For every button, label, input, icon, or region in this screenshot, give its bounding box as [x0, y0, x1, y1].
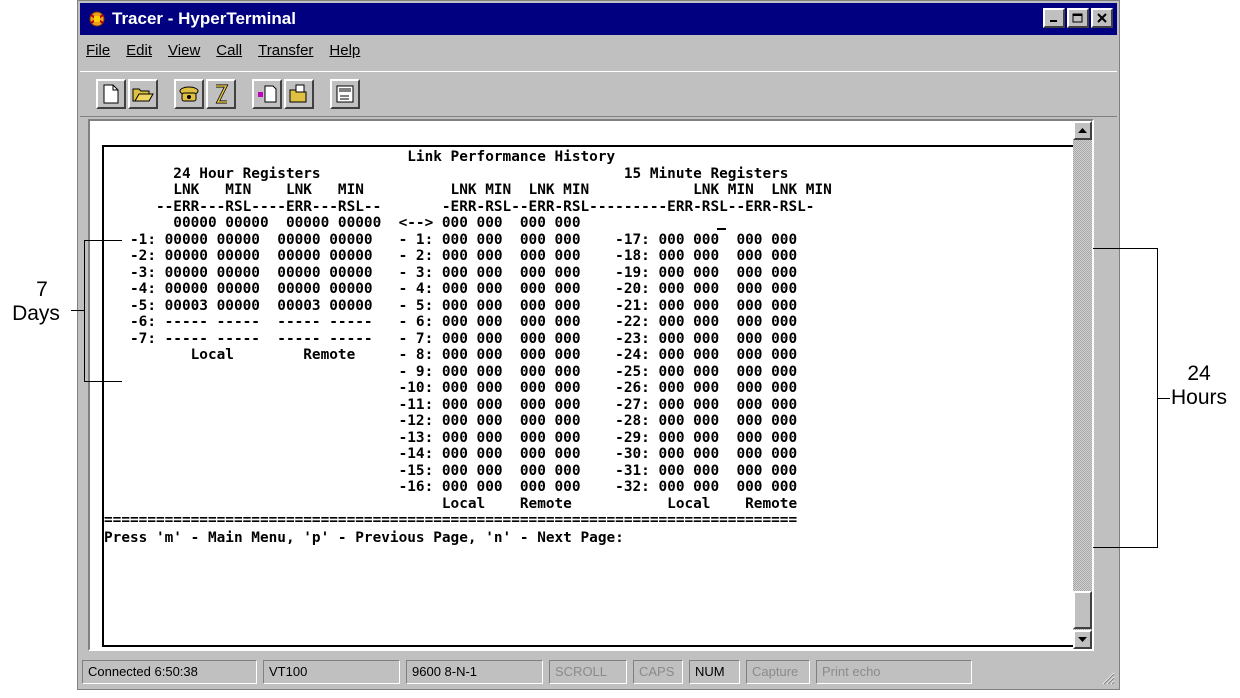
toolbar: [80, 71, 1117, 117]
status-bar: Connected 6:50:38 VT100 9600 8-N-1 SCROL…: [80, 657, 1117, 687]
table-row: -5: 00003 00000 00003 00000 - 5: 000 000…: [104, 297, 798, 314]
table-row: -3: 00000 00000 00000 00000 - 3: 000 000…: [104, 264, 798, 281]
close-button[interactable]: [1091, 8, 1113, 28]
table-row: -10: 000 000 000 000 -26: 000 000 000 00…: [104, 380, 798, 396]
open-folder-icon: [132, 88, 154, 102]
scrollbar-track[interactable]: [1073, 140, 1092, 630]
open-button[interactable]: [128, 79, 158, 109]
table-row: -4: 00000 00000 00000 00000 - 4: 000 000…: [104, 281, 798, 297]
status-connection-time: Connected 6:50:38: [82, 660, 257, 684]
screen-title-line: Link Performance History: [104, 149, 616, 165]
vertical-scrollbar[interactable]: [1073, 121, 1092, 649]
table-row: Local Remote - 8: 000 000 000 000 -24: 0…: [104, 347, 798, 363]
resize-grip-icon[interactable]: [1101, 671, 1115, 685]
table-row: -15: 000 000 000 000 -31: 000 000 000 00…: [104, 462, 798, 479]
table-row: -14: 000 000 000 000 -30: 000 000 000 00…: [104, 446, 798, 462]
table-row: -6: ----- ----- ----- ----- - 6: 000 000…: [104, 314, 798, 330]
hours-callout-label: 24 Hours: [1166, 362, 1232, 410]
table-row: - 9: 000 000 000 000 -25: 000 000 000 00…: [104, 363, 798, 380]
separator-line: ========================================…: [104, 512, 798, 528]
status-num: NUM: [689, 660, 740, 684]
text-cursor: [717, 228, 726, 230]
terminal-frame: Link Performance History 24 Hour Registe…: [88, 119, 1094, 651]
command-prompt-line: Press 'm' - Main Menu, 'p' - Previous Pa…: [104, 530, 624, 546]
receive-file-icon: [289, 84, 307, 103]
menu-bar: File Edit View Call Transfer Help: [80, 37, 1117, 63]
arrow-down-icon: [1078, 636, 1087, 642]
scroll-down-button[interactable]: [1073, 630, 1092, 649]
disconnect-phone-icon: [215, 84, 229, 104]
current-values-line: 00000 00000 00000 00000 <--> 000 000 000…: [104, 215, 581, 231]
send-button[interactable]: [252, 79, 282, 109]
menu-transfer[interactable]: Transfer: [258, 42, 313, 59]
receive-button[interactable]: [284, 79, 314, 109]
table-row: -16: 000 000 000 000 -32: 000 000 000 00…: [104, 479, 798, 495]
days-callout-label: 7 Days: [12, 278, 66, 326]
properties-button[interactable]: [330, 79, 360, 109]
title-bar[interactable]: Tracer - HyperTerminal: [80, 3, 1117, 35]
minimize-icon: [1050, 20, 1057, 22]
days-callout-leader: [71, 310, 84, 311]
column-headers-line: LNK MIN LNK MIN LNK MIN LNK MIN LNK MIN …: [104, 182, 832, 198]
days-number: 7: [36, 278, 48, 301]
hours-number: 24: [1187, 362, 1211, 385]
menu-call[interactable]: Call: [216, 42, 242, 59]
status-capture: Capture: [746, 660, 810, 684]
maximize-icon: [1072, 13, 1083, 22]
table-row: -11: 000 000 000 000 -27: 000 000 000 00…: [104, 396, 798, 413]
scrollbar-thumb[interactable]: [1073, 591, 1092, 629]
minimize-button[interactable]: [1043, 8, 1065, 28]
scroll-up-button[interactable]: [1073, 121, 1092, 140]
table-row: -1: 00000 00000 00000 00000 - 1: 000 000…: [104, 231, 798, 248]
status-port-settings: 9600 8-N-1: [406, 660, 543, 684]
connect-phone-icon: [179, 86, 199, 102]
hyperterminal-window: Tracer - HyperTerminal File Edit View Ca…: [77, 0, 1120, 690]
hours-unit: Hours: [1170, 386, 1228, 409]
disconnect-button[interactable]: [206, 79, 236, 109]
close-icon: [1097, 13, 1107, 23]
status-emulation: VT100: [263, 660, 400, 684]
window-title: Tracer - HyperTerminal: [112, 9, 296, 28]
days-bracket: [84, 240, 122, 382]
menu-file[interactable]: File: [86, 42, 110, 59]
send-file-icon: [258, 85, 277, 103]
days-unit: Days: [12, 302, 60, 325]
hyperterminal-app-icon[interactable]: [86, 8, 108, 30]
status-scroll: SCROLL: [549, 660, 627, 684]
table-row: -7: ----- ----- ----- ----- - 7: 000 000…: [104, 330, 798, 347]
new-connection-button[interactable]: [96, 79, 126, 109]
hours-bracket: [1093, 248, 1158, 548]
arrow-up-icon: [1078, 127, 1087, 133]
table-row: -13: 000 000 000 000 -29: 000 000 000 00…: [104, 429, 798, 446]
new-document-icon: [103, 84, 119, 104]
connect-button[interactable]: [174, 79, 204, 109]
footer-labels-line: Local Remote Local Remote: [104, 495, 798, 512]
register-headers-line: 24 Hour Registers 15 Minute Registers: [104, 165, 789, 182]
maximize-button[interactable]: [1067, 8, 1089, 28]
menu-help[interactable]: Help: [329, 42, 360, 59]
status-print-echo: Print echo: [816, 660, 972, 684]
properties-icon: [336, 85, 354, 103]
menu-edit[interactable]: Edit: [126, 42, 152, 59]
column-subheaders-line: --ERR---RSL----ERR---RSL-- -ERR-RSL--ERR…: [104, 198, 815, 215]
menu-view[interactable]: View: [168, 42, 200, 59]
table-row: -2: 00000 00000 00000 00000 - 2: 000 000…: [104, 248, 798, 264]
status-caps: CAPS: [633, 660, 683, 684]
terminal-screen[interactable]: Link Performance History 24 Hour Registe…: [102, 145, 1086, 647]
table-row: -12: 000 000 000 000 -28: 000 000 000 00…: [104, 413, 798, 429]
